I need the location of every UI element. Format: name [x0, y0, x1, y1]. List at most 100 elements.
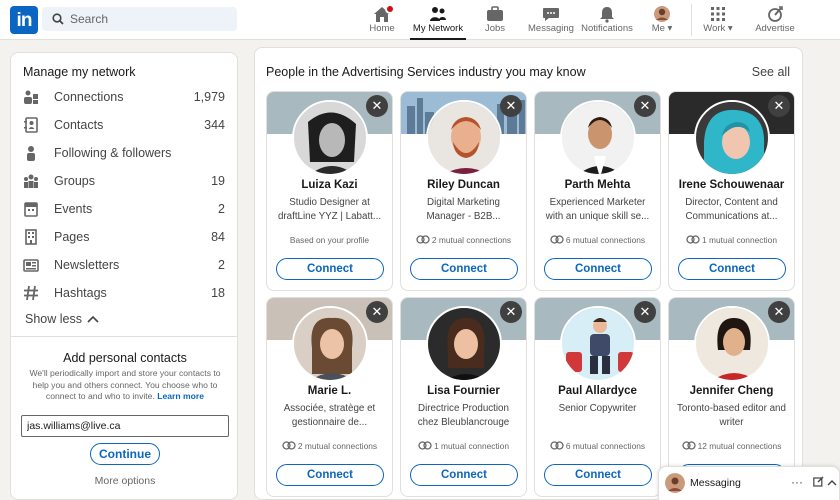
connect-button[interactable]: Connect: [410, 258, 518, 280]
nav-my-network[interactable]: My Network: [410, 0, 466, 40]
groups-icon: [24, 174, 38, 188]
person-card[interactable]: ✕ Luiza Kazi Studio Designer at draftLin…: [266, 91, 393, 291]
more-icon[interactable]: ···: [791, 475, 803, 489]
nav-home[interactable]: Home: [362, 0, 402, 40]
email-field[interactable]: [21, 415, 229, 437]
sidebar-item-connections[interactable]: Connections 1,979: [23, 86, 227, 108]
nav-label: Jobs: [484, 23, 506, 34]
see-all-link[interactable]: See all: [752, 65, 790, 79]
person-meta: 12 mutual connections: [671, 441, 792, 451]
profile-photo[interactable]: [292, 100, 368, 176]
person-name[interactable]: Paul Allardyce: [539, 385, 656, 397]
messaging-icon: [543, 8, 559, 21]
mutual-connections-icon: [686, 235, 700, 244]
person-card[interactable]: ✕ Riley Duncan Digital Marketing Manager…: [400, 91, 527, 291]
person-card[interactable]: ✕ Irene Schouwenaar Director, Content an…: [668, 91, 795, 291]
advertise-icon: [768, 6, 783, 22]
nav-label: Advertise: [755, 23, 795, 34]
connect-button[interactable]: Connect: [276, 464, 384, 486]
nav-jobs[interactable]: Jobs: [478, 0, 512, 40]
sidebar-item-count: 18: [211, 286, 225, 300]
search-input[interactable]: [70, 7, 230, 31]
person-name[interactable]: Marie L.: [271, 385, 388, 397]
profile-photo[interactable]: [694, 306, 770, 382]
search-icon: [52, 13, 64, 25]
notification-dot: [385, 4, 395, 14]
profile-photo[interactable]: [426, 306, 502, 382]
mutual-connections-icon: [282, 441, 296, 450]
close-icon[interactable]: ✕: [500, 95, 522, 117]
close-icon[interactable]: ✕: [500, 301, 522, 323]
sidebar-item-following[interactable]: Following & followers: [23, 142, 227, 164]
person-card[interactable]: ✕ Paul Allardyce Senior Copywriter 6 mut…: [534, 297, 661, 497]
add-contacts-description: We'll periodically import and store your…: [29, 368, 221, 401]
compose-icon[interactable]: [813, 476, 824, 487]
person-card[interactable]: ✕ Parth Mehta Experienced Marketer with …: [534, 91, 661, 291]
nav-me[interactable]: Me ▾: [646, 0, 678, 40]
mutual-connections-icon: [418, 441, 432, 450]
nav-label: My Network: [412, 23, 464, 34]
show-less-label: Show less: [25, 312, 82, 326]
connect-button[interactable]: Connect: [544, 258, 652, 280]
profile-photo[interactable]: [560, 306, 636, 382]
connect-button[interactable]: Connect: [410, 464, 518, 486]
sidebar-item-hashtags[interactable]: Hashtags 18: [23, 282, 227, 304]
close-icon[interactable]: ✕: [366, 301, 388, 323]
profile-photo[interactable]: [694, 100, 770, 176]
sidebar-item-pages[interactable]: Pages 84: [23, 226, 227, 248]
linkedin-logo-icon[interactable]: in: [10, 6, 38, 34]
sidebar-item-label: Pages: [54, 230, 90, 244]
connections-icon: [24, 90, 38, 104]
person-headline: Experienced Marketer with an unique skil…: [545, 197, 650, 222]
person-name[interactable]: Parth Mehta: [539, 179, 656, 191]
building-icon: [25, 229, 37, 245]
close-icon[interactable]: ✕: [366, 95, 388, 117]
person-headline: Director, Content and Communications at.…: [685, 197, 778, 222]
close-icon[interactable]: ✕: [634, 301, 656, 323]
nav-advertise[interactable]: Advertise: [752, 0, 798, 40]
person-headline: Digital Marketing Manager - B2B...: [426, 197, 501, 222]
sidebar-item-contacts[interactable]: Contacts 344: [23, 114, 227, 136]
person-meta: 1 mutual connection: [671, 235, 792, 245]
nav-label: Messaging: [528, 23, 574, 34]
search-box[interactable]: [42, 7, 237, 31]
connect-button[interactable]: Connect: [544, 464, 652, 486]
connect-button[interactable]: Connect: [276, 258, 384, 280]
sidebar-item-newsletters[interactable]: Newsletters 2: [23, 254, 227, 276]
sidebar-item-label: Newsletters: [54, 258, 120, 272]
continue-button[interactable]: Continue: [90, 443, 160, 465]
person-card[interactable]: ✕ Lisa Fournier Directrice Production ch…: [400, 297, 527, 497]
avatar: [665, 473, 685, 493]
person-name[interactable]: Lisa Fournier: [405, 385, 522, 397]
messaging-overlay[interactable]: Messaging ···: [658, 466, 840, 500]
close-icon[interactable]: ✕: [634, 95, 656, 117]
person-card[interactable]: ✕ Marie L. Associée, stratège et gestion…: [266, 297, 393, 497]
profile-photo[interactable]: [292, 306, 368, 382]
sidebar-item-events[interactable]: Events 2: [23, 198, 227, 220]
close-icon[interactable]: ✕: [768, 301, 790, 323]
nav-notifications[interactable]: Notifications: [580, 0, 634, 40]
person-name[interactable]: Riley Duncan: [405, 179, 522, 191]
more-options-link[interactable]: More options: [11, 475, 237, 487]
learn-more-link[interactable]: Learn more: [157, 391, 204, 401]
profile-photo[interactable]: [426, 100, 502, 176]
suggestions-title: People in the Advertising Services indus…: [266, 65, 586, 79]
person-name[interactable]: Luiza Kazi: [271, 179, 388, 191]
nav-messaging[interactable]: Messaging: [526, 0, 576, 40]
messaging-label: Messaging: [690, 477, 741, 489]
grid-icon: [711, 7, 725, 21]
profile-photo[interactable]: [560, 100, 636, 176]
person-name[interactable]: Jennifer Cheng: [673, 385, 790, 397]
person-headline: Senior Copywriter: [558, 403, 637, 414]
sidebar-item-count: 2: [218, 258, 225, 272]
sidebar-item-groups[interactable]: Groups 19: [23, 170, 227, 192]
chevron-up-icon[interactable]: [827, 479, 837, 486]
sidebar-item-count: 2: [218, 202, 225, 216]
connect-button[interactable]: Connect: [678, 258, 786, 280]
show-less-button[interactable]: Show less: [25, 312, 99, 326]
mutual-connections-icon: [681, 441, 696, 450]
nav-work[interactable]: Work ▾: [698, 0, 738, 40]
hashtag-icon: [24, 285, 38, 301]
close-icon[interactable]: ✕: [768, 95, 790, 117]
person-name[interactable]: Irene Schouwenaar: [673, 179, 790, 191]
